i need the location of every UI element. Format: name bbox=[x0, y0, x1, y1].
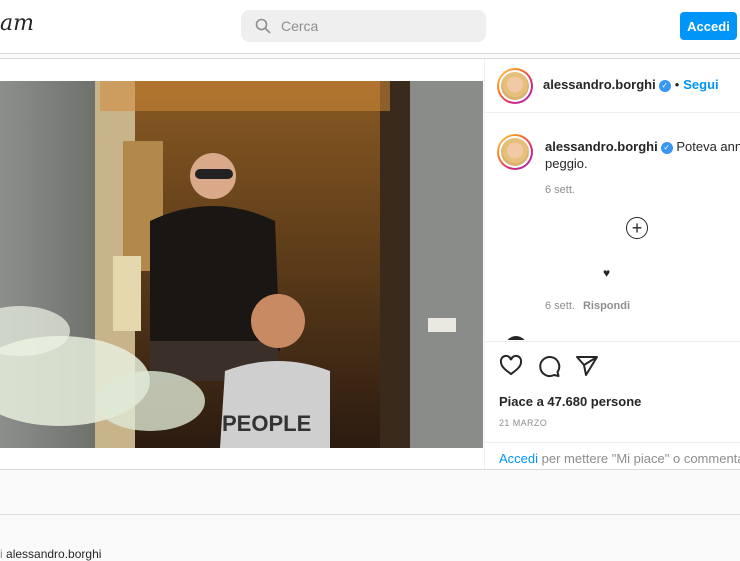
next-comment-avatar[interactable] bbox=[505, 336, 527, 340]
login-prompt-text: per mettere "Mi piace" o commentare bbox=[541, 451, 740, 466]
more-from-username[interactable]: alessandro.borghi bbox=[6, 547, 101, 561]
add-icon[interactable]: + bbox=[626, 217, 648, 239]
post-date[interactable]: 21 MARZO bbox=[499, 418, 547, 428]
post-photo[interactable]: PEOPLE bbox=[0, 81, 483, 448]
author-username[interactable]: alessandro.borghi bbox=[543, 77, 656, 92]
separator-dot: • bbox=[674, 77, 680, 92]
post-sidebar: alessandro.borghi ✓ • Segui alessandro.borg… bbox=[484, 59, 740, 469]
caption: alessandro.borghi✓ Poteva annà bbox=[545, 138, 740, 156]
post-actions: Piace a 47.680 persone 21 MARZO Accedi p… bbox=[485, 341, 740, 469]
login-prompt: Accedi per mettere "Mi piace" o commenta… bbox=[485, 442, 740, 470]
search-input[interactable] bbox=[281, 18, 471, 34]
verified-icon: ✓ bbox=[660, 141, 673, 154]
search-icon bbox=[255, 18, 271, 34]
reply-button[interactable]: Rispondi bbox=[583, 300, 630, 312]
more-from-prefix: i bbox=[0, 547, 3, 561]
post-card: PEOPLE alessandro.borghi ✓ • Segui alessand… bbox=[0, 58, 740, 470]
photo-illustration: PEOPLE bbox=[0, 81, 483, 448]
caption-username[interactable]: alessandro.borghi bbox=[545, 139, 658, 154]
likes-count[interactable]: Piace a 47.680 persone bbox=[499, 394, 641, 409]
login-link[interactable]: Accedi bbox=[499, 451, 538, 466]
post-header: alessandro.borghi ✓ • Segui bbox=[485, 59, 740, 113]
caption-text-line2: peggio. bbox=[545, 156, 588, 171]
caption-avatar[interactable] bbox=[497, 134, 533, 170]
heart-icon[interactable]: ♥ bbox=[603, 266, 610, 280]
follow-button[interactable]: Segui bbox=[683, 77, 718, 92]
more-posts-heading: i alessandro.borghi bbox=[0, 547, 101, 561]
comments-section: alessandro.borghi✓ Poteva annà peggio. 6… bbox=[485, 114, 740, 340]
comment-icon[interactable] bbox=[537, 354, 561, 378]
verified-icon: ✓ bbox=[658, 79, 671, 92]
caption-text: Poteva annà bbox=[676, 139, 740, 154]
caption-time[interactable]: 6 sett. bbox=[545, 184, 575, 196]
share-icon[interactable] bbox=[575, 354, 599, 378]
login-button[interactable]: Accedi bbox=[680, 12, 737, 40]
reply-row: 6 sett. Rispondi bbox=[545, 300, 630, 312]
action-icons bbox=[499, 354, 599, 378]
search-bar[interactable] bbox=[241, 10, 486, 42]
reply-time[interactable]: 6 sett. bbox=[545, 300, 575, 312]
heart-icon[interactable] bbox=[499, 354, 523, 378]
avatar[interactable] bbox=[497, 68, 533, 104]
instagram-logo[interactable]: am bbox=[0, 11, 34, 36]
top-bar: am Accedi bbox=[0, 0, 740, 54]
post-author-line: alessandro.borghi ✓ • Segui bbox=[543, 77, 719, 92]
shirt-text: PEOPLE bbox=[222, 411, 311, 436]
below-post-area bbox=[0, 471, 740, 515]
